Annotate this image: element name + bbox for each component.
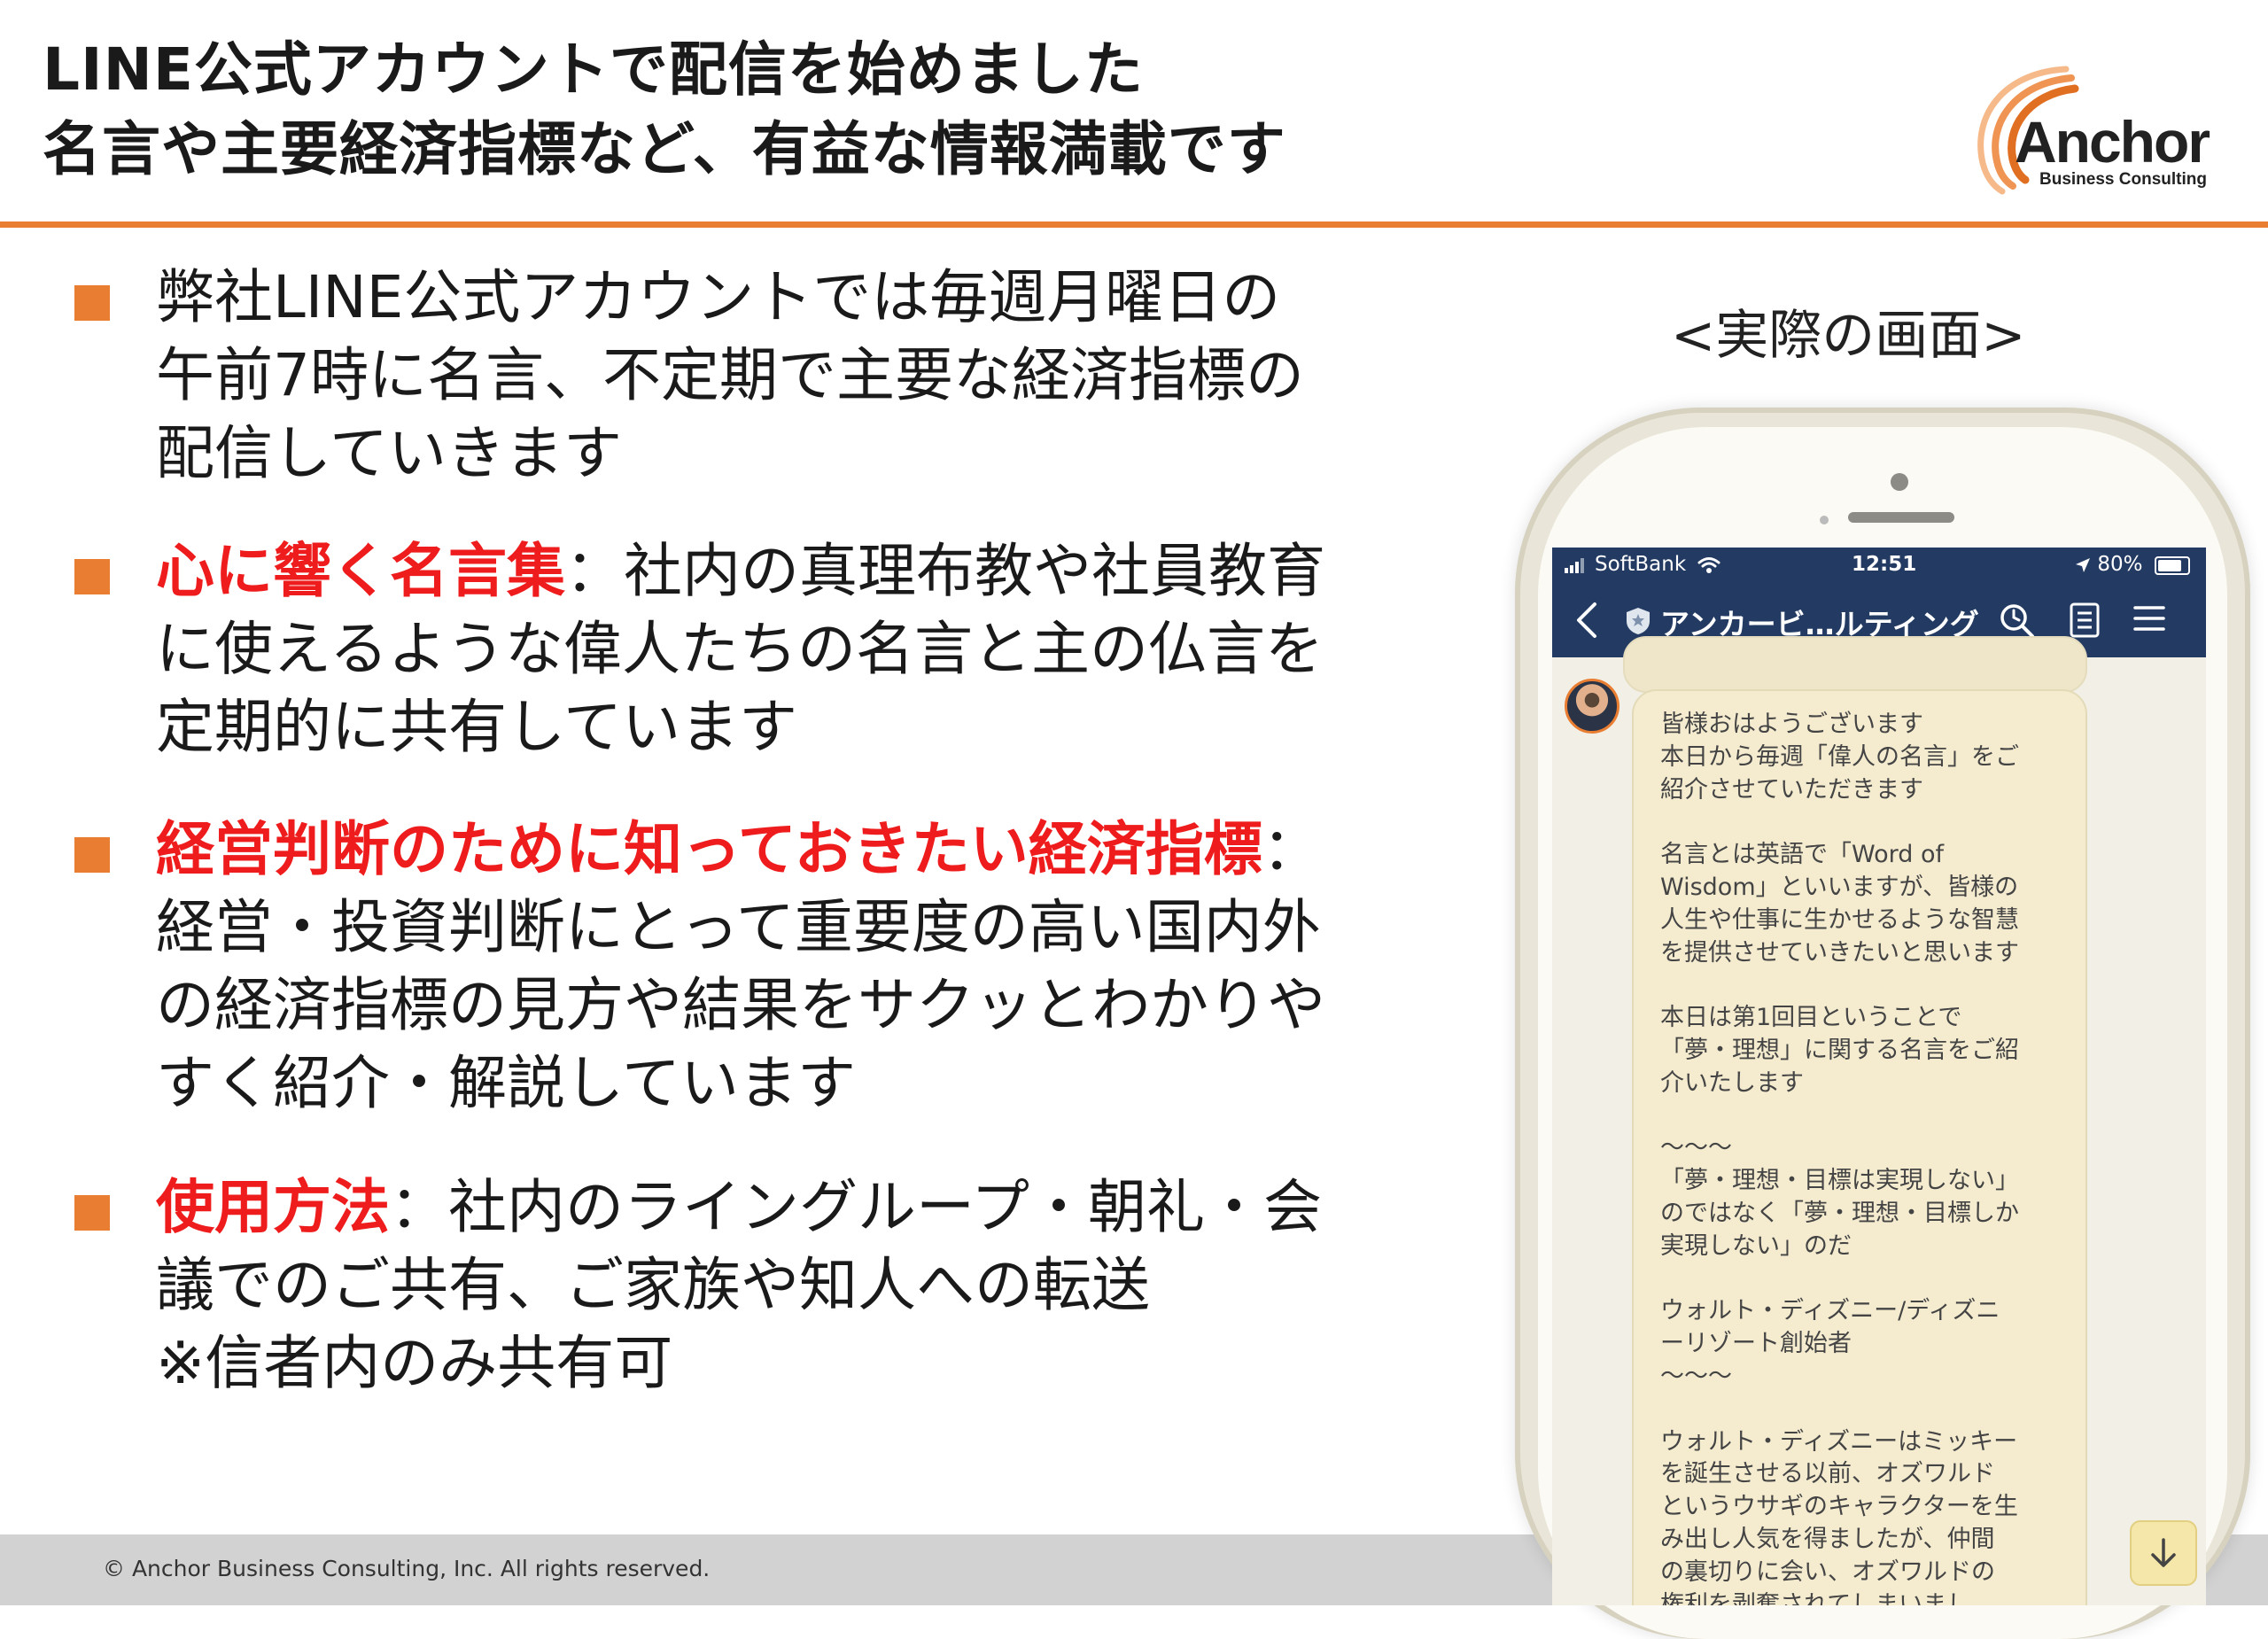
message-text: 皆様おはようございます本日から毎週「偉人の名言」をご 紹介させていただきます 名言と… xyxy=(1660,709,2077,1605)
message-line: 介いたします xyxy=(1660,1068,1804,1097)
message-line: 人生や仕事に生かせるような智慧 xyxy=(1660,905,2019,934)
bullet-item-usage: 使用方法：社内のライングループ・朝礼・会 議でのご共有、ご家族や知人への転送 ※… xyxy=(74,1169,1456,1402)
shield-icon xyxy=(1627,608,1650,634)
sender-avatar[interactable] xyxy=(1565,679,1619,734)
message-line: み出し人気を得ましたが、仲間 xyxy=(1660,1525,1995,1553)
message-line: の裏切りに会い、オズワルドの xyxy=(1660,1557,1995,1586)
wifi-icon xyxy=(1697,556,1720,573)
sensor-icon xyxy=(1820,516,1829,524)
bullet-text-line: に使えるような偉人たちの名言と主の仏言を xyxy=(156,615,1324,683)
message-line: 「夢・理想・目標は実現しない」 xyxy=(1660,1167,2019,1195)
earpiece-speaker-icon xyxy=(1848,512,1954,523)
slide-title: LINE公式アカウントで配信を始めました 名言や主要経済指標など、有益な情報満載… xyxy=(43,30,1286,190)
message-bubble: 皆様おはようございます本日から毎週「偉人の名言」をご 紹介させていただきます 名言と… xyxy=(1632,689,2087,1605)
battery-icon xyxy=(2155,556,2190,575)
bullet-text-line: 定期的に共有しています xyxy=(156,693,798,761)
status-bar: SoftBank 12:51 80% xyxy=(1552,548,2206,583)
message-line: 紹介させていただきます xyxy=(1660,775,1923,804)
logo-subtitle: Business Consulting xyxy=(2039,170,2207,189)
message-line: を誕生させる以前、オズワルド xyxy=(1660,1460,1995,1488)
header-divider xyxy=(0,221,2268,228)
bullet-square-icon xyxy=(74,1195,110,1231)
bullet-text-line: 心に響く名言集：社内の真理布教や社員教育 xyxy=(156,532,1456,610)
message-line: 皆様おはようございます xyxy=(1660,711,1923,738)
copyright-text: © Anchor Business Consulting, Inc. All r… xyxy=(103,1556,711,1581)
bullet-text-line: 弊社LINE公式アカウントでは毎週月曜日の xyxy=(156,263,1281,331)
search-icon[interactable] xyxy=(1999,602,2036,640)
bullet-text-line: 使用方法：社内のライングループ・朝礼・会 xyxy=(156,1169,1456,1247)
slide-title-line-1: LINE公式アカウントで配信を始めました xyxy=(43,35,1144,104)
bullet-text-line: 経営判断のために知っておきたい経済指標： xyxy=(156,811,1456,889)
bullet-item-indicators: 経営判断のために知っておきたい経済指標： 経営・投資判断にとって重要度の高い国内… xyxy=(74,811,1456,1122)
bullet-text: ：社内のライングループ・朝礼・会 xyxy=(390,1173,1323,1241)
screenshot-caption: <実際の画面> xyxy=(1671,305,2026,367)
bullet-text-line: 午前7時に名言、不定期で主要な経済指標の xyxy=(156,341,1304,409)
bullet-item-quotes: 心に響く名言集：社内の真理布教や社員教育 に使えるような偉人たちの名言と主の仏言… xyxy=(74,532,1456,766)
bullet-highlight: 経営判断のために知っておきたい経済指標 xyxy=(156,815,1262,883)
message-line: 名言とは英語で「Word of xyxy=(1660,841,1945,869)
message-line xyxy=(1660,969,2077,1002)
signal-icon xyxy=(1565,557,1584,573)
carrier-indicator: SoftBank xyxy=(1565,553,1720,576)
slide-title-line-2: 名言や主要経済指標など、有益な情報満載です xyxy=(43,115,1286,183)
bullet-text: ：社内の真理布教や社員教育 xyxy=(565,537,1325,605)
message-line: 実現しない」のだ xyxy=(1660,1231,1852,1260)
bullet-square-icon xyxy=(74,837,110,873)
bullet-text-line: 議でのご共有、ご家族や知人への転送 xyxy=(156,1251,1150,1319)
message-line: というウサギのキャラクターを生 xyxy=(1660,1493,2018,1521)
bullet-text-line: すく紹介・解説しています xyxy=(156,1049,857,1117)
battery-indicator: 80% xyxy=(2075,553,2142,576)
front-camera-icon xyxy=(1891,473,1908,491)
message-line: 「夢・理想」に関する名言をご紹 xyxy=(1660,1036,2019,1064)
status-time: 12:51 xyxy=(1852,553,1917,576)
message-line: ウォルト・ディズニーはミッキー xyxy=(1660,1427,2018,1456)
battery-percent: 80% xyxy=(2097,553,2143,576)
message-line: のではなく「夢・理想・目標しか xyxy=(1660,1199,2019,1227)
bullet-highlight: 心に響く名言集 xyxy=(156,537,565,605)
message-line xyxy=(1660,1263,2077,1296)
bullet-text-line: ※信者内のみ共有可 xyxy=(156,1329,673,1397)
back-chevron-icon[interactable] xyxy=(1575,601,1598,640)
message-line: 本日から毎週「偉人の名言」をご xyxy=(1660,742,2019,771)
bullet-text: ： xyxy=(1262,815,1321,883)
logo-wordmark: Anchor xyxy=(2015,109,2210,175)
notes-icon[interactable] xyxy=(2070,602,2100,638)
bullet-text-line: の経済指標の見方や結果をサクッとわかりや xyxy=(156,971,1325,1039)
previous-message-bubble xyxy=(1623,636,2087,693)
message-line xyxy=(1660,806,2077,839)
scroll-down-button[interactable] xyxy=(2130,1520,2197,1586)
message-line: 〜〜〜 xyxy=(1660,1134,1732,1162)
location-arrow-icon xyxy=(2076,557,2090,572)
bullet-item-line-account: 弊社LINE公式アカウントでは毎週月曜日の 午前7時に名言、不定期で主要な経済指… xyxy=(74,259,1456,493)
message-line xyxy=(1660,1100,2077,1133)
message-line: を提供させていきたいと思います xyxy=(1660,938,2019,967)
message-line: ーリゾート創始者 xyxy=(1660,1330,1852,1358)
menu-icon[interactable] xyxy=(2133,602,2165,634)
bullet-list: 弊社LINE公式アカウントでは毎週月曜日の 午前7時に名言、不定期で主要な経済指… xyxy=(74,259,1456,1402)
phone-screen: SoftBank 12:51 80% アンカービ…ルティング 皆様おはようござい… xyxy=(1552,548,2206,1605)
bullet-square-icon xyxy=(74,285,110,321)
carrier-name: SoftBank xyxy=(1595,553,1687,576)
company-logo: Anchor Business Consulting xyxy=(1967,64,2210,197)
message-line: Wisdom」といいますが、皆様の xyxy=(1660,873,2019,901)
bullet-text-line: 配信していきます xyxy=(156,419,623,487)
bullet-text-line: 経営・投資判断にとって重要度の高い国内外 xyxy=(156,893,1321,961)
message-line: ウォルト・ディズニー/ディズニ xyxy=(1660,1297,2000,1325)
message-line xyxy=(1660,1394,2077,1426)
bullet-square-icon xyxy=(74,559,110,594)
message-line: 〜〜〜 xyxy=(1660,1362,1732,1390)
bullet-highlight: 使用方法 xyxy=(156,1173,390,1241)
arrow-down-icon xyxy=(2151,1538,2176,1567)
message-line: 本日は第1回目ということで xyxy=(1660,1004,1962,1032)
message-line: 権利を剥奪されてしまいまし xyxy=(1660,1590,1971,1605)
